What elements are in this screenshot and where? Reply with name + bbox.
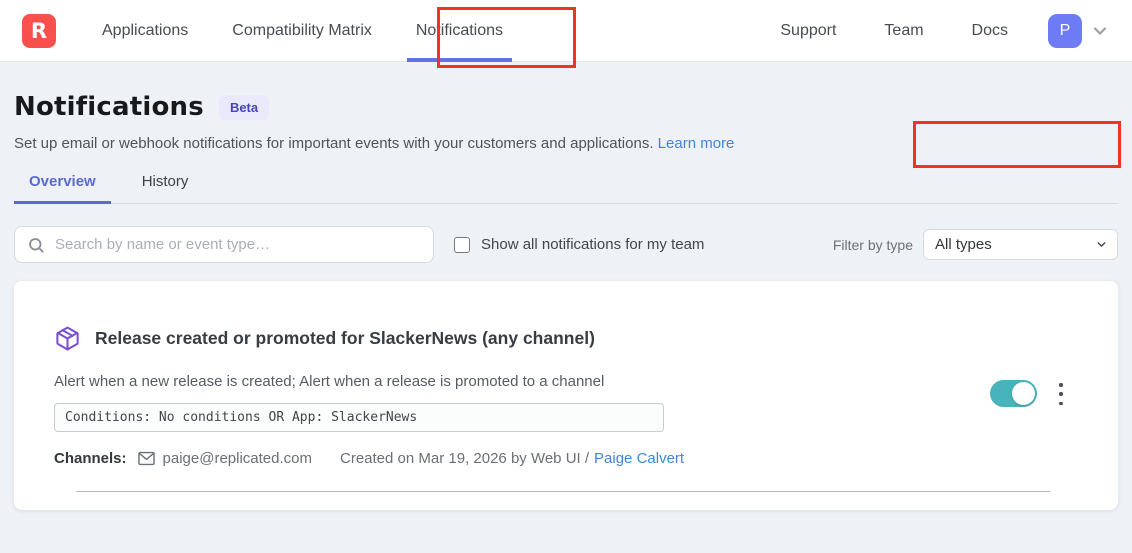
channel-email: paige@replicated.com xyxy=(163,450,312,467)
page-description-text: Set up email or webhook notifications fo… xyxy=(14,135,654,152)
notification-title: Release created or promoted for SlackerN… xyxy=(95,328,595,349)
search-icon xyxy=(27,236,45,254)
notification-card: Release created or promoted for SlackerN… xyxy=(14,281,1118,510)
replicated-logo[interactable]: R xyxy=(22,14,56,48)
navbar-right: Support Team Docs P xyxy=(780,0,1110,62)
search-box xyxy=(14,226,434,263)
beta-badge: Beta xyxy=(219,95,269,120)
nav-item-notifications[interactable]: Notifications xyxy=(416,0,503,62)
show-all-notifications-checkbox[interactable] xyxy=(454,237,470,253)
search-input[interactable] xyxy=(55,236,421,253)
nav-item-team[interactable]: Team xyxy=(884,0,923,62)
created-by-link[interactable]: Paige Calvert xyxy=(594,450,684,467)
kebab-menu-icon[interactable] xyxy=(1052,381,1070,407)
nav-item-docs[interactable]: Docs xyxy=(972,0,1008,62)
nav-item-applications[interactable]: Applications xyxy=(102,0,188,62)
created-text: Created on Mar 19, 2026 by Web UI / xyxy=(340,450,589,467)
toggle-knob xyxy=(1012,382,1035,405)
filter-by-type-label: Filter by type xyxy=(833,237,913,253)
tab-history[interactable]: History xyxy=(127,173,204,203)
top-navbar: R Applications Compatibility Matrix Noti… xyxy=(0,0,1132,62)
learn-more-link[interactable]: Learn more xyxy=(658,135,735,152)
user-avatar[interactable]: P xyxy=(1048,14,1082,48)
notification-subtitle: Alert when a new release is created; Ale… xyxy=(54,373,1078,390)
tab-bar: Overview History xyxy=(14,173,1118,204)
type-filter: All types xyxy=(923,229,1118,260)
nav-item-support[interactable]: Support xyxy=(780,0,836,62)
channels-row: Channels: paige@replicated.com Created o… xyxy=(54,449,1078,468)
nav-item-notifications-label: Notifications xyxy=(416,22,503,40)
conditions-chip: Conditions: No conditions OR App: Slacke… xyxy=(54,403,664,432)
type-filter-select[interactable]: All types xyxy=(923,229,1118,260)
account-menu-chevron-down-icon[interactable] xyxy=(1090,21,1110,41)
email-icon xyxy=(137,449,156,468)
nav-item-compatibility-matrix[interactable]: Compatibility Matrix xyxy=(232,0,372,62)
show-all-notifications-checkbox-row[interactable]: Show all notifications for my team xyxy=(454,236,704,253)
page-content: Notifications Beta Set up email or webho… xyxy=(0,92,1132,510)
page-description: Set up email or webhook notifications fo… xyxy=(14,135,1118,152)
page-title: Notifications xyxy=(14,92,204,122)
tab-overview[interactable]: Overview xyxy=(14,173,111,203)
notification-enabled-toggle[interactable] xyxy=(990,380,1037,407)
package-icon xyxy=(54,325,81,352)
channels-label: Channels: xyxy=(54,450,127,467)
filter-row: Show all notifications for my team Filte… xyxy=(14,226,1118,263)
card-divider xyxy=(76,491,1050,492)
show-all-notifications-label: Show all notifications for my team xyxy=(481,236,704,253)
active-nav-underline xyxy=(407,58,512,62)
